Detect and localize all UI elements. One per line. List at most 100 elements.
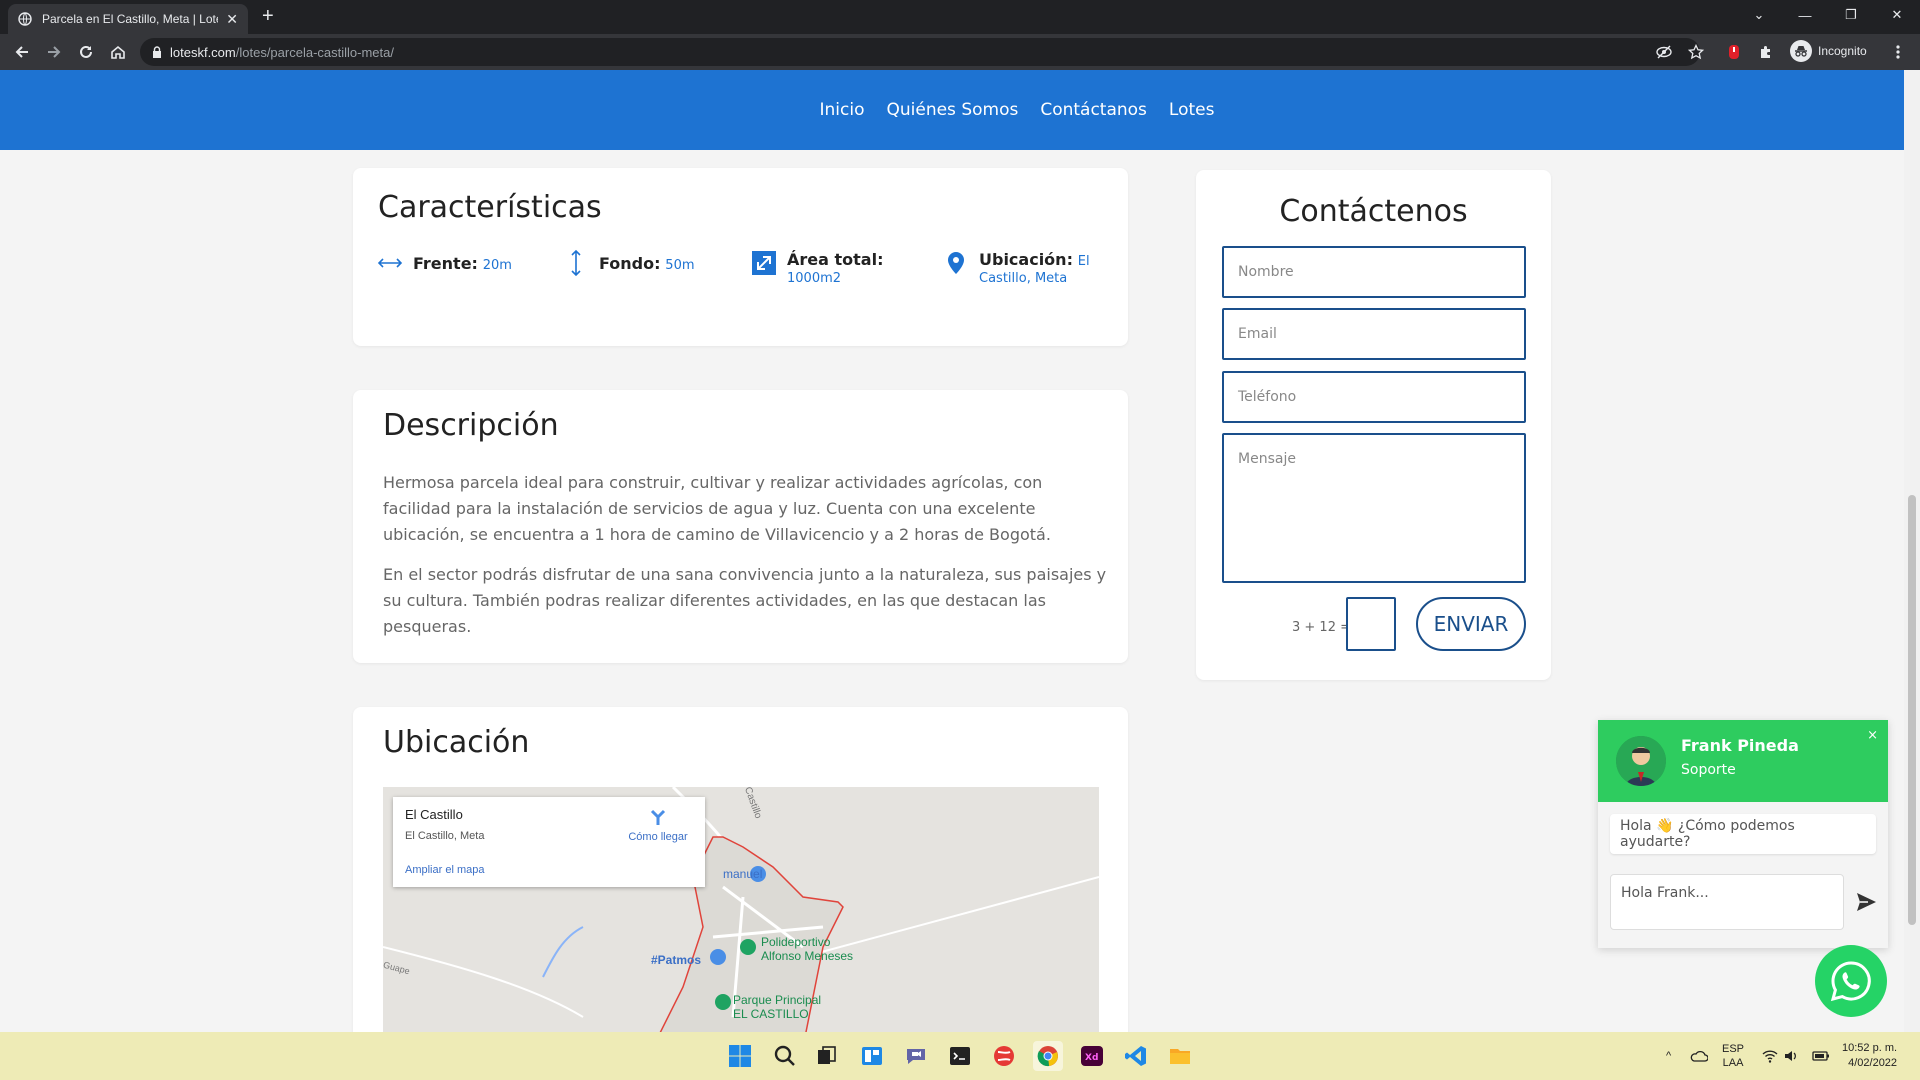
feature-fondo-label: Fondo: <box>599 254 661 273</box>
new-tab-button[interactable]: + <box>262 5 274 28</box>
home-icon[interactable] <box>108 42 128 62</box>
directions-icon <box>650 809 666 825</box>
onedrive-icon[interactable] <box>1690 1032 1708 1080</box>
email-field[interactable]: Email <box>1222 308 1526 360</box>
nav-quienes-somos[interactable]: Quiénes Somos <box>886 100 1018 120</box>
feature-frente: Frente: 20m <box>377 250 512 276</box>
map-label-polideportivo: Polideportivo <box>761 935 831 949</box>
map-label-manuel: manuel <box>723 867 763 881</box>
feature-ubicacion-value-2: Castillo, Meta <box>979 271 1068 286</box>
feature-area-value: 1000m2 <box>787 271 842 286</box>
extensions-puzzle-icon[interactable] <box>1756 42 1776 62</box>
incognito-badge[interactable]: Incognito <box>1790 40 1867 62</box>
site-nav: Inicio Quiénes Somos Contáctanos Lotes <box>0 70 1904 150</box>
feature-ubicacion-label: Ubicación: <box>979 250 1073 269</box>
send-arrow-icon[interactable] <box>1854 890 1878 914</box>
terminal-icon[interactable] <box>945 1041 975 1071</box>
language-indicator[interactable]: ESP LAA <box>1722 1032 1744 1080</box>
chat-header: Frank Pineda Soporte × <box>1598 720 1888 802</box>
adobe-xd-icon[interactable]: Xd <box>1077 1041 1107 1071</box>
chat-close-icon[interactable]: × <box>1867 728 1878 743</box>
nav-inicio[interactable]: Inicio <box>820 100 865 120</box>
minimize-button[interactable]: — <box>1782 0 1828 30</box>
location-card: Ubicación manuel Polideportivo Alfonso M… <box>353 707 1128 1032</box>
map-enlarge-link[interactable]: Ampliar el mapa <box>405 864 484 876</box>
clock-time: 10:52 p. m. <box>1842 1042 1898 1054</box>
description-body: Hermosa parcela ideal para construir, cu… <box>383 470 1108 654</box>
address-bar[interactable]: loteskf.com/lotes/parcela-castillo-meta/ <box>140 38 1700 66</box>
incognito-label: Incognito <box>1818 44 1867 58</box>
tab-close-icon[interactable]: ✕ <box>226 11 238 28</box>
map-label-patmos: #Patmos <box>651 953 702 967</box>
whatsapp-button[interactable] <box>1815 945 1887 1017</box>
name-field[interactable]: Nombre <box>1222 246 1526 298</box>
chat-message-input[interactable]: Hola Frank... <box>1610 874 1844 930</box>
map-label-alfonso-meneses: Alfonso Meneses <box>761 949 854 963</box>
back-icon[interactable] <box>12 42 32 62</box>
browser-toolbar: loteskf.com/lotes/parcela-castillo-meta/… <box>0 34 1920 70</box>
teams-chat-icon[interactable] <box>901 1041 931 1071</box>
expand-icon <box>751 250 777 276</box>
description-card: Descripción Hermosa parcela ideal para c… <box>353 390 1128 663</box>
chat-agent-name: Frank Pineda <box>1681 736 1799 755</box>
battery-icon[interactable] <box>1812 1032 1830 1080</box>
file-explorer-icon[interactable] <box>1165 1041 1195 1071</box>
url-text: loteskf.com/lotes/parcela-castillo-meta/ <box>170 44 394 60</box>
clock[interactable]: 10:52 p. m. 4/02/2022 <box>1842 1032 1897 1080</box>
app-red-icon[interactable] <box>989 1041 1019 1071</box>
chrome-icon[interactable] <box>1033 1041 1063 1071</box>
reload-icon[interactable] <box>76 42 96 62</box>
page-scrollbar[interactable] <box>1904 70 1920 1032</box>
clock-date: 4/02/2022 <box>1848 1057 1898 1069</box>
map-label-el-castillo: EL CASTILLO <box>733 1007 809 1021</box>
feature-fondo-value: 50m <box>665 258 695 273</box>
widgets-icon[interactable] <box>857 1041 887 1071</box>
tab-title: Parcela en El Castillo, Meta | Lote <box>42 12 219 26</box>
globe-icon <box>18 12 32 26</box>
feature-ubicacion-value-1: El <box>1077 254 1090 269</box>
map-directions-link[interactable]: Cómo llegar <box>623 807 693 843</box>
search-icon[interactable] <box>770 1041 800 1071</box>
forward-icon[interactable] <box>44 42 64 62</box>
chat-greeting: Hola 👋 ¿Cómo podemos ayudarte? <box>1610 814 1876 854</box>
show-hidden-icons[interactable]: ^ <box>1666 1032 1671 1080</box>
phone-field[interactable]: Teléfono <box>1222 371 1526 423</box>
extension-red-icon[interactable] <box>1724 42 1744 62</box>
map-pin-icon <box>943 250 969 276</box>
bookmark-star-icon[interactable] <box>1686 42 1706 62</box>
nav-lotes[interactable]: Lotes <box>1169 100 1215 120</box>
browser-menu-icon[interactable] <box>1888 42 1908 62</box>
tab-search-icon[interactable]: ⌄ <box>1736 0 1782 30</box>
map-label-parque-principal: Parque Principal <box>733 993 822 1007</box>
location-title: Ubicación <box>383 725 530 760</box>
vscode-icon[interactable] <box>1121 1041 1151 1071</box>
incognito-icon <box>1790 40 1812 62</box>
message-field[interactable]: Mensaje <box>1222 433 1526 583</box>
browser-tab[interactable]: Parcela en El Castillo, Meta | Lote ✕ <box>8 4 248 34</box>
browser-tab-bar: Parcela en El Castillo, Meta | Lote ✕ + … <box>0 0 1920 34</box>
task-view-icon[interactable] <box>812 1041 842 1071</box>
wifi-icon[interactable] <box>1762 1032 1778 1080</box>
feature-ubicacion: Ubicación: El Castillo, Meta <box>943 250 1090 286</box>
lock-icon <box>153 46 161 58</box>
captcha-input[interactable] <box>1346 597 1396 651</box>
volume-icon[interactable] <box>1784 1032 1798 1080</box>
map-info-card: El Castillo El Castillo, Meta Cómo llega… <box>393 797 705 887</box>
embedded-map[interactable]: manuel Polideportivo Alfonso Meneses #Pa… <box>383 787 1099 1032</box>
avatar <box>1616 736 1666 786</box>
scrollbar-thumb[interactable] <box>1908 495 1916 925</box>
map-address: El Castillo, Meta <box>405 830 485 842</box>
close-window-button[interactable]: ✕ <box>1874 0 1920 30</box>
description-title: Descripción <box>383 408 559 443</box>
send-button[interactable]: ENVIAR <box>1416 597 1526 651</box>
feature-fondo: Fondo: 50m <box>563 249 695 277</box>
arrows-vertical-icon <box>563 249 589 277</box>
feature-frente-value: 20m <box>482 258 512 273</box>
nav-contactanos[interactable]: Contáctanos <box>1040 100 1147 120</box>
feature-area-label: Área total: <box>787 250 884 269</box>
feature-area: Área total: 1000m2 <box>751 250 883 286</box>
windows-start-icon[interactable] <box>725 1041 755 1071</box>
eye-off-icon[interactable] <box>1654 42 1674 62</box>
arrows-horizontal-icon <box>377 250 403 276</box>
restore-button[interactable]: ❐ <box>1828 0 1874 30</box>
